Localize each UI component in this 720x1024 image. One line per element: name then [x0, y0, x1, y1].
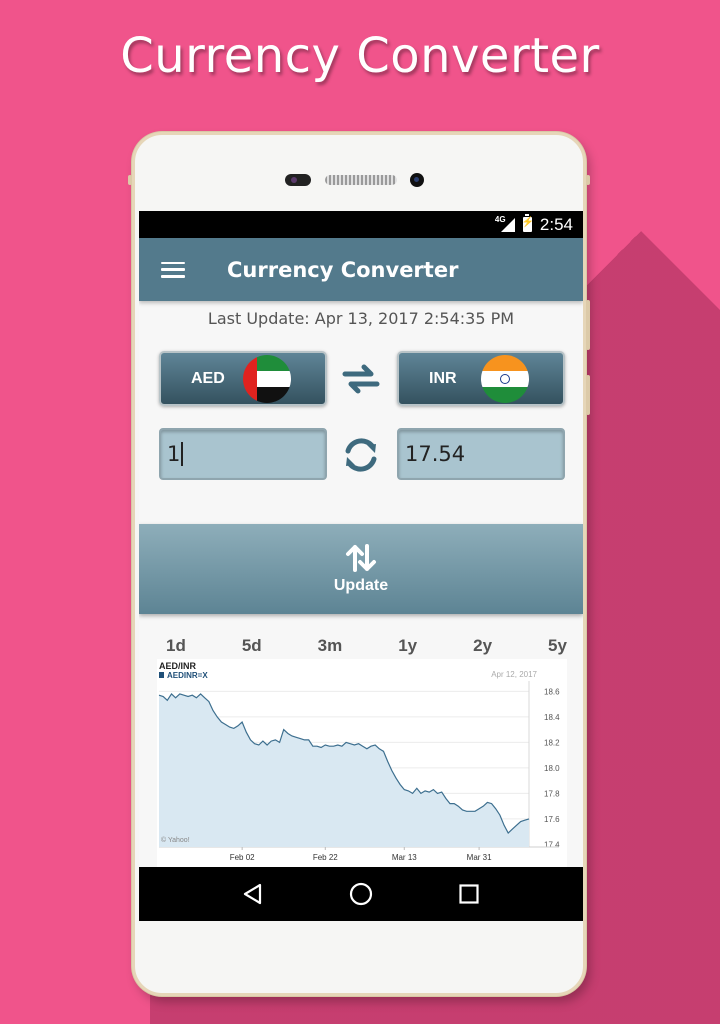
signal-icon: 4G — [495, 215, 515, 233]
update-arrows-icon — [346, 544, 376, 572]
recents-icon[interactable] — [449, 874, 489, 914]
price-chart: 18.6 18.4 18.2 18.0 17.8 17.6 17.4 Feb 02 Feb 22… — [157, 659, 567, 869]
x-tick-label: Mar 13 — [392, 853, 417, 862]
range-tabs: 1d 5d 3m 1y 2y 5y — [139, 636, 583, 656]
app-screen: 4G 2:54 Currency Converter Last Update: … — [139, 211, 583, 921]
to-currency-button[interactable]: INR — [397, 351, 565, 406]
from-currency-code: AED — [191, 369, 225, 387]
y-tick-label: 18.2 — [544, 738, 560, 747]
to-currency-code: INR — [429, 369, 457, 387]
range-tab-5y[interactable]: 5y — [548, 636, 567, 656]
promo-title: Currency Converter — [120, 28, 600, 84]
x-tick-label: Feb 22 — [313, 853, 338, 862]
phone-side-button — [586, 175, 590, 185]
swap-icon[interactable] — [339, 357, 383, 401]
proximity-sensor — [285, 174, 311, 186]
android-nav-bar — [139, 867, 583, 921]
to-amount-field[interactable]: 17.54 — [397, 428, 565, 480]
home-icon[interactable] — [341, 874, 381, 914]
price-chart-svg: 18.6 18.4 18.2 18.0 17.8 17.6 17.4 Feb 02 Feb 22… — [158, 661, 560, 862]
x-tick-label: Mar 31 — [467, 853, 492, 862]
status-time: 2:54 — [539, 214, 573, 234]
text-caret — [181, 442, 183, 466]
range-tab-2y[interactable]: 2y — [473, 636, 492, 656]
y-tick-label: 17.8 — [544, 789, 560, 798]
y-tick-label: 18.6 — [544, 687, 560, 696]
uae-flag-icon — [243, 354, 291, 403]
battery-charging-icon — [522, 214, 534, 232]
legend-swatch — [159, 672, 164, 678]
chart-source-label: © Yahoo! — [161, 836, 190, 844]
update-button[interactable]: Update — [139, 524, 583, 614]
india-flag-icon — [481, 354, 529, 403]
refresh-icon[interactable] — [339, 433, 383, 477]
legend-label: AEDINR=X — [167, 671, 208, 680]
range-tab-1y[interactable]: 1y — [398, 636, 417, 656]
from-amount-input[interactable]: 1 — [159, 428, 327, 480]
phone-side-button — [586, 300, 590, 350]
y-tick-label: 18.4 — [544, 713, 560, 722]
earpiece-speaker — [325, 175, 397, 185]
chart-date-label: Apr 12, 2017 — [491, 670, 537, 679]
menu-icon[interactable] — [161, 261, 185, 278]
y-tick-label: 18.0 — [544, 764, 560, 773]
last-update-text: Last Update: Apr 13, 2017 2:54:35 PM — [207, 309, 515, 328]
back-icon[interactable] — [233, 874, 273, 914]
x-tick-label: Feb 02 — [230, 853, 255, 862]
front-camera — [410, 173, 424, 187]
range-tab-3m[interactable]: 3m — [318, 636, 343, 656]
range-tab-5d[interactable]: 5d — [242, 636, 262, 656]
update-label: Update — [333, 577, 389, 594]
to-amount-value: 17.54 — [405, 442, 466, 466]
chart-title: AED/INR — [159, 661, 197, 671]
status-bar: 4G 2:54 — [139, 211, 583, 238]
phone-side-button — [128, 175, 132, 185]
app-title: Currency Converter — [227, 257, 459, 282]
phone-frame: 4G 2:54 Currency Converter Last Update: … — [128, 132, 590, 996]
y-tick-label: 17.6 — [544, 815, 560, 824]
from-currency-button[interactable]: AED — [159, 351, 327, 406]
phone-side-button — [586, 375, 590, 415]
app-bar: Currency Converter — [139, 238, 583, 301]
y-tick-label: 17.4 — [544, 840, 560, 849]
from-amount-value: 1 — [167, 442, 181, 466]
range-tab-1d[interactable]: 1d — [166, 636, 186, 656]
